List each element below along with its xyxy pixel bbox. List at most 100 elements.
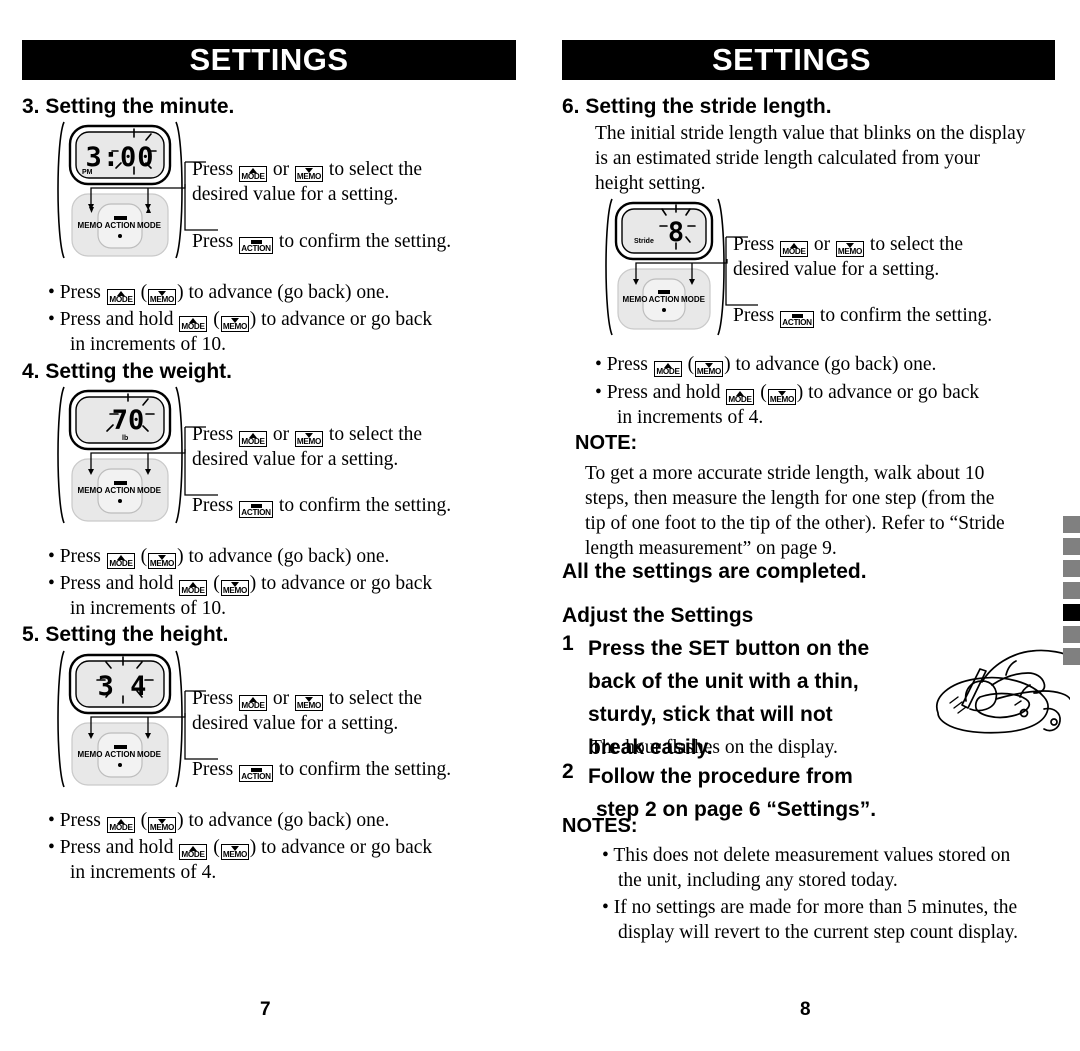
press-and-hold-word: Press and hold	[59, 573, 174, 594]
memo-button-key[interactable]: MEMO	[220, 844, 249, 860]
page-left: SETTINGS 3. Setting the minute. 3:00 PM	[0, 0, 540, 1051]
banner-title-left: SETTINGS	[189, 42, 349, 77]
memo-button-key[interactable]: MEMO	[695, 361, 724, 377]
hand-pressing-set-button-illustration	[936, 649, 1070, 734]
svg-text:MODE: MODE	[137, 221, 162, 230]
instruction-confirm-weight: Press ACTION to confirm the setting.	[192, 493, 522, 518]
bullet-dot: •	[48, 282, 55, 303]
press-word: Press	[59, 810, 101, 831]
margin-tab	[1063, 560, 1080, 577]
advance-text: to advance (go back) one.	[735, 354, 937, 375]
advance-back-text: to advance or go back	[261, 309, 433, 330]
press-and-hold-word: Press and hold	[59, 309, 174, 330]
memo-button-key[interactable]: MEMO	[148, 553, 177, 569]
bullet-dot: •	[602, 845, 609, 866]
paren-open: (	[687, 354, 695, 375]
increment-line-height: in increments of 4.	[70, 862, 217, 883]
memo-button-key[interactable]: MEMO	[220, 580, 249, 596]
margin-tab	[1063, 516, 1080, 533]
mode-button-key[interactable]: MODE	[726, 389, 755, 405]
svg-text:MEMO: MEMO	[623, 295, 648, 304]
advance-back-text: to advance or go back	[808, 382, 980, 403]
mode-button-key[interactable]: MODE	[239, 166, 268, 182]
adjust-step-2-line-2: step 2 on page 6 “Settings”.	[596, 798, 877, 821]
press-word: Press	[192, 231, 234, 252]
note-line-3: tip of one foot to the tip of the other)…	[585, 513, 1005, 534]
action-button-key[interactable]: ACTION	[239, 765, 274, 782]
heading-setting-weight: 4. Setting the weight.	[22, 360, 233, 383]
select-text-line2: desired value for a setting.	[192, 449, 399, 470]
action-button-key[interactable]: ACTION	[780, 311, 815, 328]
or-word: or	[272, 159, 290, 180]
select-text: to select the	[328, 424, 423, 445]
stride-intro-line-1: The initial stride length value that bli…	[595, 123, 1026, 144]
heading-adjust-the-settings: Adjust the Settings	[562, 604, 754, 627]
svg-text:MEMO: MEMO	[78, 486, 103, 495]
bullet-dot: •	[48, 837, 55, 858]
mode-button-key[interactable]: MODE	[780, 241, 809, 257]
memo-button-key[interactable]: MEMO	[767, 389, 796, 405]
mode-button-key[interactable]: MODE	[106, 553, 135, 569]
paren-close: )	[796, 382, 804, 403]
or-word: or	[813, 234, 831, 255]
memo-button-key[interactable]: MEMO	[295, 695, 324, 711]
bullet-dot: •	[48, 810, 55, 831]
memo-button-key[interactable]: MEMO	[220, 316, 249, 332]
paren-close: )	[249, 837, 257, 858]
paren-open: (	[140, 546, 148, 567]
mode-button-key[interactable]: MODE	[239, 695, 268, 711]
advance-back-text: to advance or go back	[261, 573, 433, 594]
pedometer-illustration-weight: 70 lb MEMO ACTION MODE	[57, 386, 186, 524]
increment-line-stride: in increments of 4.	[617, 407, 764, 428]
svg-text:ACTION: ACTION	[105, 750, 136, 759]
mode-button-key[interactable]: MODE	[179, 580, 208, 596]
paren-open: (	[140, 282, 148, 303]
bullet-dot: •	[48, 546, 55, 567]
mode-button-key[interactable]: MODE	[106, 289, 135, 305]
notes-item-2: • If no settings are made for more than …	[602, 895, 1080, 945]
memo-button-key[interactable]: MEMO	[148, 289, 177, 305]
bullet-dot: •	[595, 354, 602, 375]
notes-item-2-line-1: If no settings are made for more than 5 …	[613, 897, 1018, 918]
advance-text: to advance (go back) one.	[188, 810, 390, 831]
svg-text:PM: PM	[82, 169, 93, 176]
press-word: Press	[733, 234, 775, 255]
memo-button-key[interactable]: MEMO	[295, 166, 324, 182]
memo-button-key[interactable]: MEMO	[148, 817, 177, 833]
bullet-hold-weight: • Press and hold MODE (MEMO) to advance …	[48, 571, 518, 621]
adjust-step-2-line-1: Follow the procedure from	[588, 765, 853, 788]
instruction-select-minute: Press MODE or MEMO to select the desired…	[192, 157, 522, 207]
select-text-line2: desired value for a setting.	[192, 713, 399, 734]
increment-line-minute: in increments of 10.	[70, 334, 226, 355]
mode-button-key[interactable]: MODE	[106, 817, 135, 833]
action-button-key[interactable]: ACTION	[239, 501, 274, 518]
notes-item-1: • This does not delete measurement value…	[602, 843, 1080, 893]
stride-intro-text: The initial stride length value that bli…	[595, 121, 1075, 196]
bullet-advance-minute: • Press MODE (MEMO) to advance (go back)…	[48, 280, 518, 305]
advance-text: to advance (go back) one.	[188, 546, 390, 567]
svg-text:3 4: 3 4	[98, 671, 147, 702]
or-word: or	[272, 688, 290, 709]
action-button-key[interactable]: ACTION	[239, 237, 274, 254]
press-word: Press	[192, 495, 234, 516]
adjust-step-1-subtext: The hour flashes on the display.	[590, 737, 838, 758]
instruction-select-weight: Press MODE or MEMO to select the desired…	[192, 422, 522, 472]
select-text: to select the	[328, 688, 423, 709]
svg-text:ACTION: ACTION	[105, 221, 136, 230]
svg-text:3:00: 3:00	[85, 142, 154, 173]
paren-open: (	[213, 837, 220, 858]
memo-button-key[interactable]: MEMO	[836, 241, 865, 257]
paren-close: )	[724, 354, 731, 375]
margin-tab	[1063, 538, 1080, 555]
mode-button-key[interactable]: MODE	[653, 361, 682, 377]
memo-button-key[interactable]: MEMO	[295, 431, 324, 447]
mode-button-key[interactable]: MODE	[239, 431, 268, 447]
notes-item-1-line-1: This does not delete measurement values …	[613, 845, 1011, 866]
press-word: Press	[192, 424, 234, 445]
margin-tab	[1063, 626, 1080, 643]
svg-text:Stride: Stride	[634, 238, 654, 245]
mode-button-key[interactable]: MODE	[179, 316, 208, 332]
mode-button-key[interactable]: MODE	[179, 844, 208, 860]
note-line-4: length measurement” on page 9.	[585, 538, 837, 559]
notes-item-2-line-2: display will revert to the current step …	[618, 922, 1019, 943]
